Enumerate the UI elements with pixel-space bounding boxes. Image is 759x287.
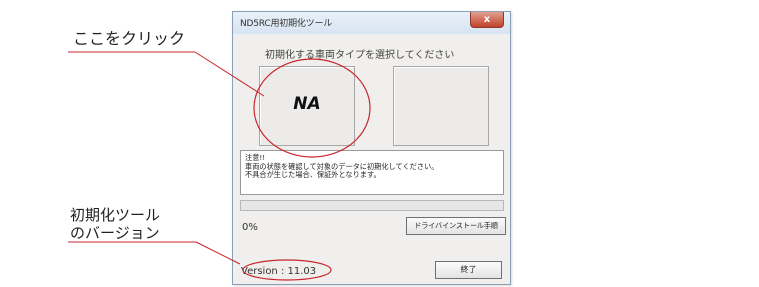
driver-install-guide-button[interactable]: ドライバインストール手順 xyxy=(406,217,506,235)
notice-box: 注意!! 車両の状態を確認して対象のデータに初期化してください。 不具合が生じた… xyxy=(240,150,504,195)
annotation-click-here: ここをクリック xyxy=(73,29,186,48)
notice-line: 不具合が生じた場合、保証外となります。 xyxy=(245,170,381,179)
progress-percent: 0% xyxy=(242,222,258,233)
init-tool-dialog: ND5RC用初期化ツール x 初期化する車両タイプを選択してください NA 注意… xyxy=(232,11,511,285)
version-label: Version : 11.03 xyxy=(241,266,317,277)
progress-bar xyxy=(240,200,504,211)
instruction-text: 初期化する車両タイプを選択してください xyxy=(265,50,455,61)
close-icon: x xyxy=(483,14,491,25)
window-title: ND5RC用初期化ツール xyxy=(240,19,333,29)
title-bar[interactable]: ND5RC用初期化ツール x xyxy=(233,12,510,34)
exit-button[interactable]: 終了 xyxy=(435,261,502,279)
vehicle-type-blank-button[interactable] xyxy=(393,66,489,146)
annotation-version-line1: 初期化ツール xyxy=(70,206,161,224)
vehicle-type-na-label: NA xyxy=(293,94,321,114)
vehicle-type-na-button[interactable]: NA xyxy=(259,66,355,146)
close-button[interactable]: x xyxy=(470,12,504,28)
annotation-version-line2: のバージョン xyxy=(70,224,160,242)
